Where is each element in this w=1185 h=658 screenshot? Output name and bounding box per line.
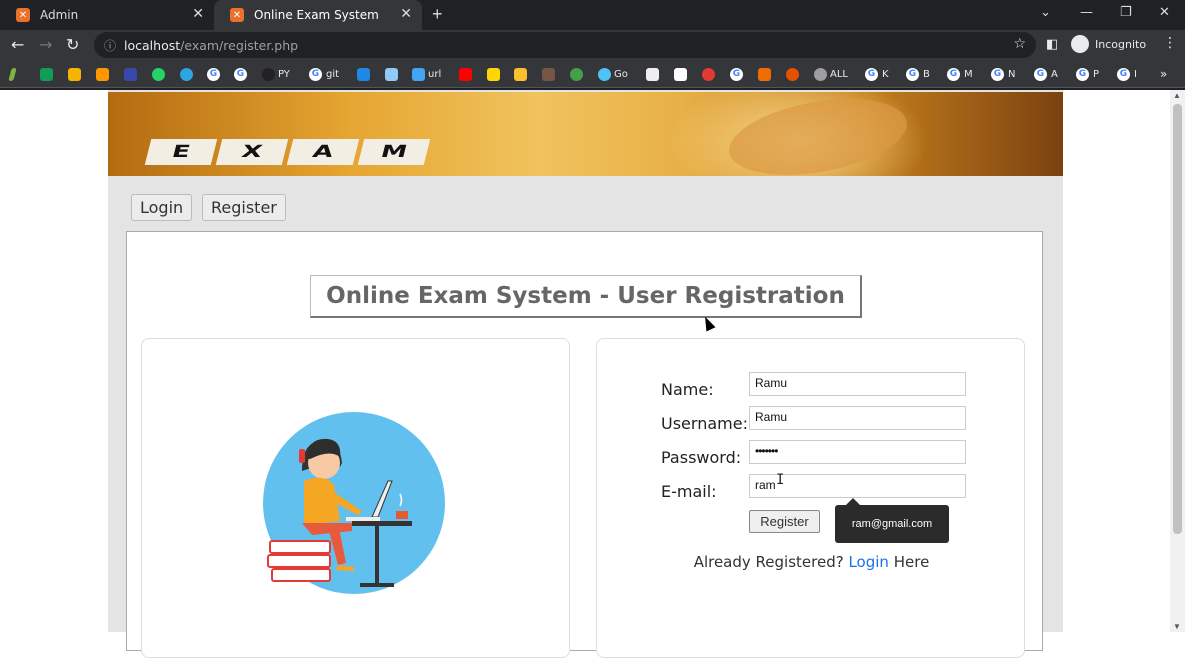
username-label: Username:	[661, 414, 748, 433]
page-container: E X A M Login Register Online Exam Syste…	[108, 90, 1063, 658]
bookmark-go[interactable]: Go	[598, 67, 628, 81]
student-laptop-illustration	[263, 412, 445, 594]
banner-letter: A	[286, 139, 360, 165]
bookmark-icon[interactable]	[124, 67, 140, 81]
email-label: E-mail:	[661, 482, 717, 501]
bookmark-icon[interactable]	[514, 67, 530, 81]
registration-card: Online Exam System - User Registration N…	[126, 231, 1043, 658]
bookmark-icon[interactable]	[570, 67, 586, 81]
bookmark-icon[interactable]	[385, 67, 401, 81]
address-path: /exam/register.php	[180, 37, 299, 53]
tab-title: Admin	[40, 8, 79, 22]
bookmark-i[interactable]: GI	[1117, 67, 1137, 81]
close-tab-icon[interactable]: ✕	[192, 6, 204, 22]
already-registered-suffix: Here	[893, 553, 930, 571]
minimize-icon[interactable]: —	[1080, 5, 1093, 20]
side-panel-icon[interactable]: ◧	[1046, 37, 1058, 52]
tab-admin[interactable]: ✕ Admin ✕	[0, 0, 214, 30]
bookmark-a[interactable]: GA	[1034, 67, 1058, 81]
bookmark-url[interactable]: url	[412, 67, 441, 81]
scrollbar-thumb[interactable]	[1173, 104, 1182, 534]
more-bookmarks-icon[interactable]: »	[1160, 67, 1167, 81]
bookmark-icon[interactable]	[674, 67, 690, 81]
bookmark-icon[interactable]	[646, 67, 662, 81]
illustration-panel	[141, 338, 570, 658]
close-tab-icon[interactable]: ✕	[400, 6, 412, 22]
bookmark-icon[interactable]	[542, 67, 558, 81]
already-registered-text: Already Registered? Login Here	[597, 553, 1026, 571]
page-viewport: E X A M Login Register Online Exam Syste…	[0, 90, 1185, 658]
nav-register-button[interactable]: Register	[202, 194, 286, 221]
incognito-badge[interactable]: Incognito	[1071, 35, 1146, 53]
scroll-up-icon[interactable]: ▲	[1173, 91, 1181, 100]
browser-toolbar: ← → ↻ ⓘ localhost /exam/register.php ☆ ◧…	[0, 30, 1185, 60]
address-bar[interactable]: ⓘ localhost /exam/register.php ☆	[94, 32, 1036, 58]
bookmark-m[interactable]: GM	[947, 67, 973, 81]
google-icon[interactable]: G	[730, 67, 747, 81]
bookmark-icon[interactable]	[40, 67, 56, 81]
bookmark-icon[interactable]	[8, 67, 18, 81]
back-icon[interactable]: ←	[11, 35, 24, 54]
name-input[interactable]: Ramu	[749, 372, 966, 396]
menu-icon[interactable]: ⋮	[1163, 35, 1177, 51]
bookmarks-bar: G G PY Ggit url Go G ALL GK GB GM GN GA …	[0, 60, 1185, 88]
bookmark-git[interactable]: Ggit	[309, 67, 339, 81]
password-input[interactable]: •••••••	[749, 440, 966, 464]
restore-icon[interactable]: ❐	[1120, 5, 1132, 20]
page-title: Online Exam System - User Registration	[310, 275, 862, 318]
text-cursor-icon: I	[776, 472, 785, 488]
incognito-label: Incognito	[1095, 37, 1147, 51]
bookmark-n[interactable]: GN	[991, 67, 1015, 81]
whatsapp-icon[interactable]	[152, 67, 168, 81]
address-host: localhost	[124, 37, 181, 53]
username-input[interactable]: Ramu	[749, 406, 966, 430]
password-label: Password:	[661, 448, 742, 467]
bookmark-icon[interactable]	[786, 67, 802, 81]
bookmark-icon[interactable]	[357, 67, 373, 81]
bookmark-icon[interactable]	[487, 67, 503, 81]
bookmark-py[interactable]: PY	[262, 67, 290, 81]
bookmark-icon[interactable]	[96, 67, 112, 81]
bookmark-p[interactable]: GP	[1076, 67, 1099, 81]
forward-icon[interactable]: →	[39, 35, 52, 54]
registration-form-panel: Name: Ramu Username: Ramu Password: ••••…	[596, 338, 1025, 658]
reload-icon[interactable]: ↻	[66, 35, 79, 54]
name-label: Name:	[661, 380, 714, 399]
telegram-icon[interactable]	[180, 67, 196, 81]
bookmark-b[interactable]: GB	[906, 67, 930, 81]
banner-letter: X	[215, 139, 289, 165]
xampp-icon: ✕	[16, 8, 30, 22]
site-info-icon[interactable]: ⓘ	[104, 37, 116, 54]
xampp-icon: ✕	[230, 8, 244, 22]
incognito-icon	[1071, 35, 1089, 53]
new-tab-icon[interactable]: +	[432, 4, 443, 25]
banner-letter: E	[144, 139, 218, 165]
youtube-icon[interactable]	[459, 67, 475, 81]
email-autocomplete-suggestion[interactable]: ram@gmail.com	[835, 498, 949, 543]
bookmark-k[interactable]: GK	[865, 67, 889, 81]
nav-login-button[interactable]: Login	[131, 194, 193, 221]
close-window-icon[interactable]: ✕	[1159, 5, 1170, 20]
tab-online-exam-system[interactable]: ✕ Online Exam System ✕	[214, 0, 422, 30]
google-icon[interactable]: G	[234, 67, 251, 81]
bookmark-icon[interactable]	[758, 67, 774, 81]
login-link[interactable]: Login	[848, 553, 888, 571]
bookmark-icon[interactable]	[68, 67, 84, 81]
scroll-down-icon[interactable]: ▼	[1173, 622, 1181, 631]
vertical-scrollbar[interactable]: ▲ ▼	[1170, 90, 1185, 632]
google-icon[interactable]: G	[207, 67, 224, 81]
tab-search-icon[interactable]: ⌄	[1040, 5, 1051, 20]
already-registered-prefix: Already Registered?	[693, 553, 844, 571]
exam-banner: E X A M	[108, 92, 1063, 176]
tab-title: Online Exam System	[254, 8, 379, 22]
bookmark-icon[interactable]	[702, 67, 718, 81]
bookmark-all[interactable]: ALL	[814, 67, 848, 81]
bookmark-star-icon[interactable]: ☆	[1013, 36, 1026, 52]
banner-tiles: E X A M	[144, 132, 432, 172]
banner-letter: M	[357, 139, 431, 165]
register-submit-button[interactable]: Register	[749, 510, 820, 533]
